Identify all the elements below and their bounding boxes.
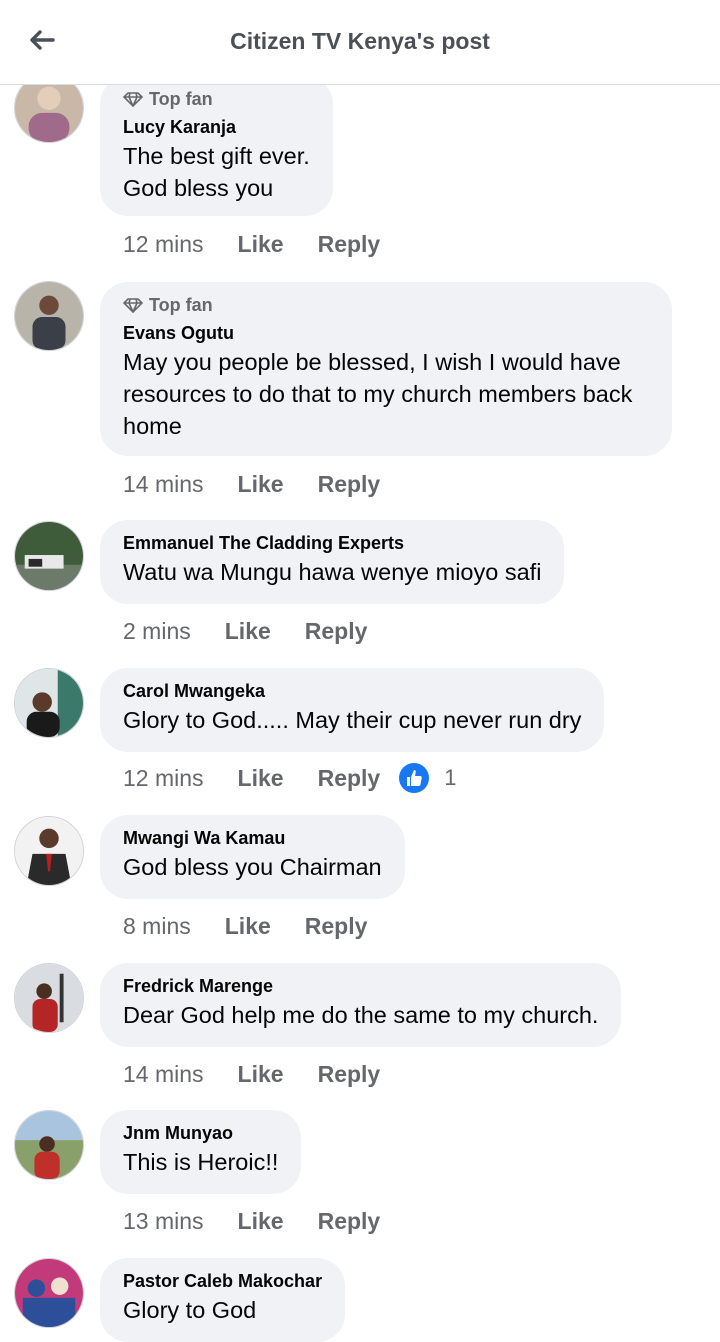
page-title: Citizen TV Kenya's post bbox=[230, 28, 490, 54]
avatar[interactable] bbox=[14, 668, 84, 738]
commenter-name[interactable]: Fredrick Marenge bbox=[123, 975, 598, 997]
avatar[interactable] bbox=[14, 521, 84, 591]
commenter-name[interactable]: Lucy Karanja bbox=[123, 116, 310, 138]
reply-button[interactable]: Reply bbox=[318, 231, 381, 258]
like-button[interactable]: Like bbox=[238, 1208, 284, 1235]
avatar[interactable] bbox=[14, 963, 84, 1033]
avatar[interactable] bbox=[14, 1258, 84, 1328]
comment-bubble: Emmanuel The Cladding Experts Watu wa Mu… bbox=[100, 520, 565, 604]
user-avatar-icon bbox=[15, 1111, 83, 1179]
comment-time: 13 mins bbox=[123, 1207, 204, 1234]
reply-button[interactable]: Reply bbox=[318, 471, 381, 498]
comment-time: 2 mins bbox=[123, 617, 191, 644]
like-button[interactable]: Like bbox=[238, 231, 284, 258]
comment-meta: 2 mins Like Reply bbox=[123, 615, 401, 647]
comment-text: Glory to God..... May their cup never ru… bbox=[123, 707, 582, 733]
comment-bubble: Fredrick Marenge Dear God help me do the… bbox=[100, 963, 622, 1047]
user-avatar-icon bbox=[15, 817, 83, 885]
comment-bubble: Carol Mwangeka Glory to God..... May the… bbox=[100, 668, 605, 752]
comment-meta: 12 mins Like Reply 1 bbox=[123, 762, 456, 794]
comment-time: 8 mins bbox=[123, 912, 191, 939]
comment-bubble: Mwangi Wa Kamau God bless you Chairman bbox=[100, 815, 405, 899]
commenter-name[interactable]: Jnm Munyao bbox=[123, 1122, 278, 1144]
commenter-name[interactable]: Emmanuel The Cladding Experts bbox=[123, 532, 541, 554]
comment-text: Dear God help me do the same to my churc… bbox=[123, 1002, 599, 1028]
user-avatar-icon bbox=[15, 669, 83, 737]
like-button[interactable]: Like bbox=[225, 913, 271, 940]
like-button[interactable]: Like bbox=[238, 471, 284, 498]
diamond-icon bbox=[123, 92, 143, 107]
comment-text: Watu wa Mungu hawa wenye mioyo safi bbox=[123, 559, 542, 585]
like-button[interactable]: Like bbox=[238, 765, 284, 792]
user-avatar-icon bbox=[15, 1259, 83, 1327]
user-avatar-icon bbox=[15, 282, 83, 350]
like-reaction-icon bbox=[399, 763, 430, 793]
comment-text: May you people be blessed, I wish I woul… bbox=[123, 349, 633, 439]
diamond-icon bbox=[123, 298, 143, 313]
comment-meta: 14 mins Like Reply bbox=[123, 468, 414, 500]
comment-meta: 14 mins Like Reply bbox=[123, 1058, 414, 1090]
avatar[interactable] bbox=[14, 281, 84, 351]
comment-text: God bless you Chairman bbox=[123, 854, 382, 880]
comment-time: 14 mins bbox=[123, 470, 204, 497]
comment-time: 12 mins bbox=[123, 230, 204, 257]
user-avatar-icon bbox=[15, 522, 83, 590]
top-fan-badge: Top fan bbox=[123, 294, 649, 316]
like-button[interactable]: Like bbox=[225, 618, 271, 645]
user-avatar-icon bbox=[15, 964, 83, 1032]
comment-bubble: Pastor Caleb Makochar Glory to God bbox=[100, 1258, 346, 1342]
reply-button[interactable]: Reply bbox=[318, 1208, 381, 1235]
commenter-name[interactable]: Carol Mwangeka bbox=[123, 680, 581, 702]
comment-time: 14 mins bbox=[123, 1060, 204, 1087]
like-button[interactable]: Like bbox=[238, 1061, 284, 1088]
comment-bubble: Jnm Munyao This is Heroic!! bbox=[100, 1110, 302, 1194]
commenter-name[interactable]: Pastor Caleb Makochar bbox=[123, 1270, 322, 1292]
reply-button[interactable]: Reply bbox=[318, 1061, 381, 1088]
comment-text: Glory to God bbox=[123, 1297, 257, 1323]
top-fan-badge: Top fan bbox=[123, 88, 310, 110]
comment-meta: 8 mins Like Reply bbox=[123, 910, 401, 942]
comment-meta: 12 mins Like Reply bbox=[123, 228, 414, 260]
comment-bubble: Top fan Lucy Karanja The best gift ever.… bbox=[100, 76, 333, 216]
avatar[interactable] bbox=[14, 1110, 84, 1180]
reaction-count: 1 bbox=[444, 765, 457, 790]
comment-text: This is Heroic!! bbox=[123, 1149, 279, 1175]
comment-meta: 13 mins Like Reply bbox=[123, 1205, 414, 1237]
commenter-name[interactable]: Mwangi Wa Kamau bbox=[123, 827, 382, 849]
avatar[interactable] bbox=[14, 816, 84, 886]
comment-time: 12 mins bbox=[123, 764, 204, 791]
reply-button[interactable]: Reply bbox=[305, 913, 368, 940]
commenter-name[interactable]: Evans Ogutu bbox=[123, 322, 649, 344]
reply-button[interactable]: Reply bbox=[305, 618, 368, 645]
reaction-summary[interactable]: 1 bbox=[398, 762, 456, 794]
app-header: Citizen TV Kenya's post bbox=[0, 0, 720, 85]
comment-text: The best gift ever. God bless you bbox=[123, 143, 310, 201]
reply-button[interactable]: Reply bbox=[318, 765, 381, 792]
comment-bubble: Top fan Evans Ogutu May you people be bl… bbox=[100, 282, 672, 456]
